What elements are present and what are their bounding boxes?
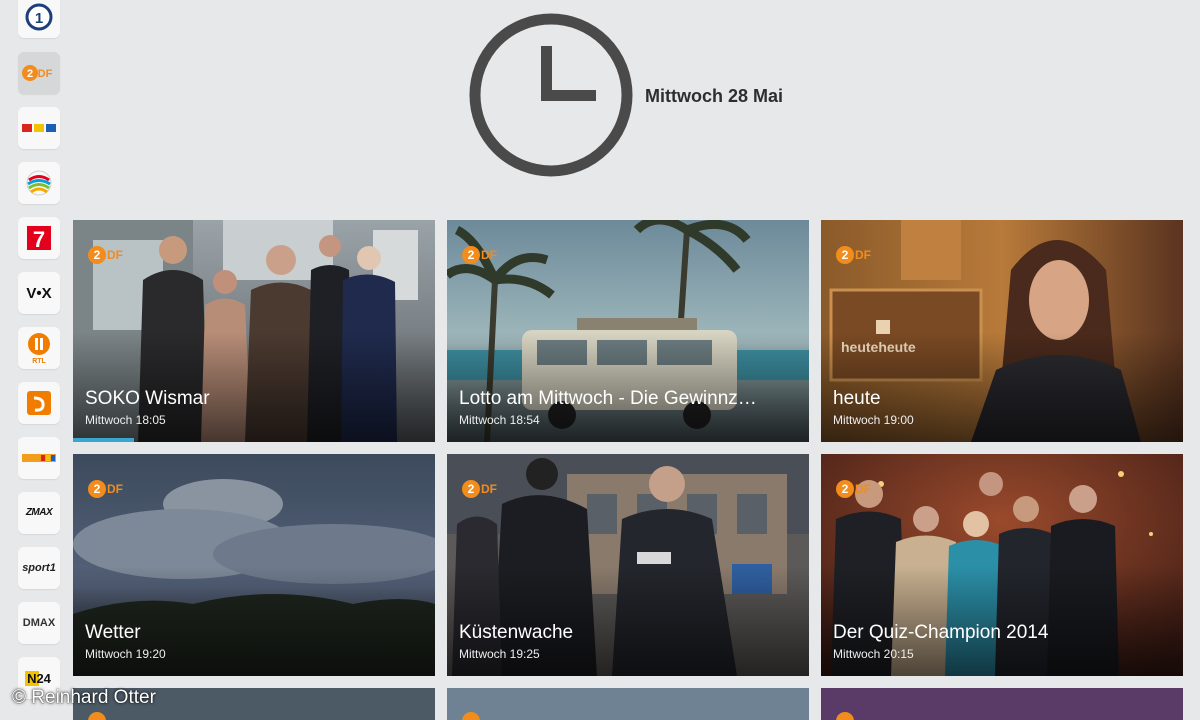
zdf-logo-icon (88, 712, 106, 720)
vox-logo-icon: V•X (26, 284, 52, 302)
program-time: Mittwoch 19:20 (85, 647, 166, 661)
channel-rtl2[interactable]: RTL (18, 327, 60, 369)
svg-text:DF: DF (855, 248, 871, 262)
svg-text:2: 2 (94, 248, 101, 262)
program-tile-lotto[interactable]: 2 DF Lotto am Mittwoch - Die Gewinnz… Mi… (447, 220, 809, 442)
program-time: Mittwoch 19:25 (459, 647, 540, 661)
svg-text:DF: DF (107, 482, 123, 496)
zdf-logo-icon (836, 712, 854, 720)
channel-super-rtl[interactable] (18, 437, 60, 479)
program-tile-soko-wismar[interactable]: 2 DF SOKO Wismar Mittwoch 18:05 (73, 220, 435, 442)
kabel-eins-logo-icon (27, 391, 51, 415)
super-rtl-logo-icon (22, 454, 56, 462)
channel-dmax[interactable]: DMAX (18, 602, 60, 644)
channel-zmax[interactable]: ZMAX (18, 492, 60, 534)
program-title: heute (833, 388, 881, 409)
current-date: Mittwoch 28 Mai (645, 86, 784, 106)
svg-text:DF: DF (107, 248, 123, 262)
channel-sat1[interactable] (18, 162, 60, 204)
channel-vox[interactable]: V•X (18, 272, 60, 314)
photo-credit: © Reinhard Otter (12, 687, 156, 708)
n24-logo-icon: N24 (25, 670, 53, 686)
svg-text:2: 2 (468, 482, 475, 496)
svg-text:2: 2 (842, 248, 849, 262)
svg-text:2: 2 (468, 248, 475, 262)
zdf-logo-icon: 2 DF (462, 246, 497, 264)
sat1-logo-icon (26, 170, 52, 196)
program-title: SOKO Wismar (85, 388, 210, 409)
svg-text:RTL: RTL (32, 358, 46, 365)
svg-text:2: 2 (94, 482, 101, 496)
svg-text:2: 2 (842, 482, 849, 496)
svg-text:DF: DF (481, 248, 497, 262)
zdf-logo-icon: 2 DF (88, 480, 123, 498)
program-tile-partial[interactable] (447, 688, 809, 720)
program-tile-wetter[interactable]: 2 DF Wetter Mittwoch 19:20 (73, 454, 435, 676)
program-title: Der Quiz-Champion 2014 (833, 622, 1049, 643)
dmax-logo-icon: DMAX (22, 616, 56, 629)
zdf-logo-icon (462, 712, 480, 720)
channel-kabel-eins[interactable] (18, 382, 60, 424)
sport1-logo-icon: sport1 (22, 561, 56, 574)
svg-text:2: 2 (27, 68, 33, 80)
program-time: Mittwoch 18:05 (85, 413, 166, 427)
program-title: Lotto am Mittwoch - Die Gewinnz… (459, 388, 757, 409)
rtl-logo-icon (22, 124, 56, 132)
program-time: Mittwoch 18:54 (459, 413, 540, 427)
prosieben-logo-icon: 7 (27, 226, 51, 252)
svg-text:DF: DF (855, 482, 871, 496)
channel-zdf[interactable]: 2 DF (18, 52, 60, 94)
program-tile-kuestenwache[interactable]: 2 DF Küstenwache Mittwoch 19:25 (447, 454, 809, 676)
svg-text:1: 1 (35, 10, 43, 27)
zdf-logo-icon: 2 DF (836, 246, 871, 264)
channel-das-erste[interactable]: 1 (18, 0, 60, 38)
svg-text:DF: DF (481, 482, 497, 496)
program-title: Wetter (85, 622, 141, 643)
program-tile-partial[interactable] (821, 688, 1183, 720)
zdf-logo-icon: 2 DF (22, 65, 53, 81)
svg-text:7: 7 (33, 227, 45, 252)
program-title: Küstenwache (459, 622, 574, 643)
program-tile-heute[interactable]: heuteheute 2 DF heute Mittwoch 19:00 (821, 220, 1183, 442)
channel-sidebar: 1 2 DF 7 V•X RTL ZMAX sport1 DMAX N24 (18, 0, 62, 720)
clock-icon (469, 13, 633, 177)
zdf-logo-icon: 2 DF (462, 480, 497, 498)
progress-bar (73, 438, 134, 442)
zdf-logo-icon: 2 DF (836, 480, 871, 498)
channel-prosieben[interactable]: 7 (18, 217, 60, 259)
program-time: Mittwoch 19:00 (833, 413, 914, 427)
das-erste-logo-icon: 1 (25, 3, 53, 31)
program-time: Mittwoch 20:15 (833, 647, 914, 661)
channel-sport1[interactable]: sport1 (18, 547, 60, 589)
zdf-logo-icon: 2 DF (88, 246, 123, 264)
channel-rtl[interactable] (18, 107, 60, 149)
zmax-logo-icon: ZMAX (25, 507, 53, 518)
rtl2-logo-icon: RTL (28, 333, 50, 365)
svg-text:DF: DF (38, 68, 53, 80)
program-tile-quiz-champion[interactable]: 2 DF Der Quiz-Champion 2014 Mittwoch 20:… (821, 454, 1183, 676)
